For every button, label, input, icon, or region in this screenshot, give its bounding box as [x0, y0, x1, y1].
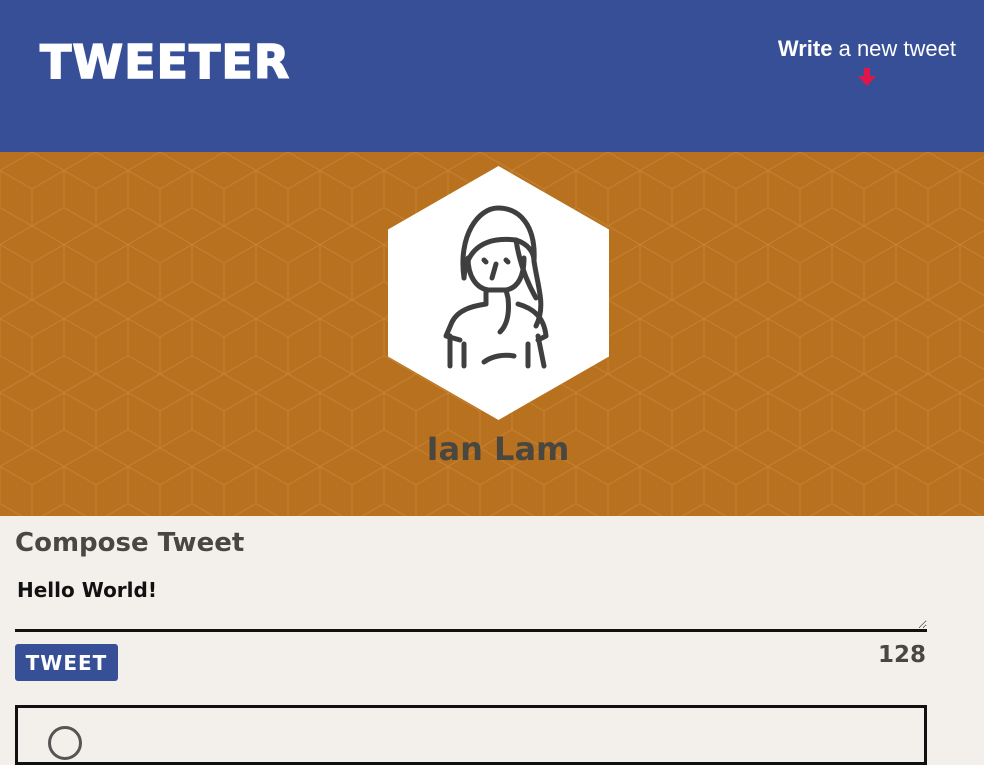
tweet-submit-button[interactable]: Tweet: [15, 644, 118, 681]
write-label-bold: Write: [777, 36, 833, 61]
arrow-down-icon: [857, 68, 876, 86]
compose-title: Compose Tweet: [15, 528, 245, 558]
tweet-textarea[interactable]: Hello World!: [15, 572, 927, 632]
brand-logo[interactable]: Tweeter: [39, 35, 290, 89]
character-counter: 128: [877, 642, 926, 668]
avatar-hexagon: [388, 166, 609, 420]
write-label: Write a new tweet: [778, 36, 956, 61]
profile-username: Ian Lam: [426, 430, 570, 468]
profile-header: Ian Lam: [0, 152, 984, 516]
top-nav: Tweeter Write a new tweet: [0, 0, 984, 152]
write-new-tweet-toggle[interactable]: Write a new tweet: [778, 34, 956, 88]
write-label-rest: a new tweet: [832, 36, 956, 61]
tweet-card: [15, 705, 927, 765]
tweet-avatar-icon: [48, 726, 82, 760]
